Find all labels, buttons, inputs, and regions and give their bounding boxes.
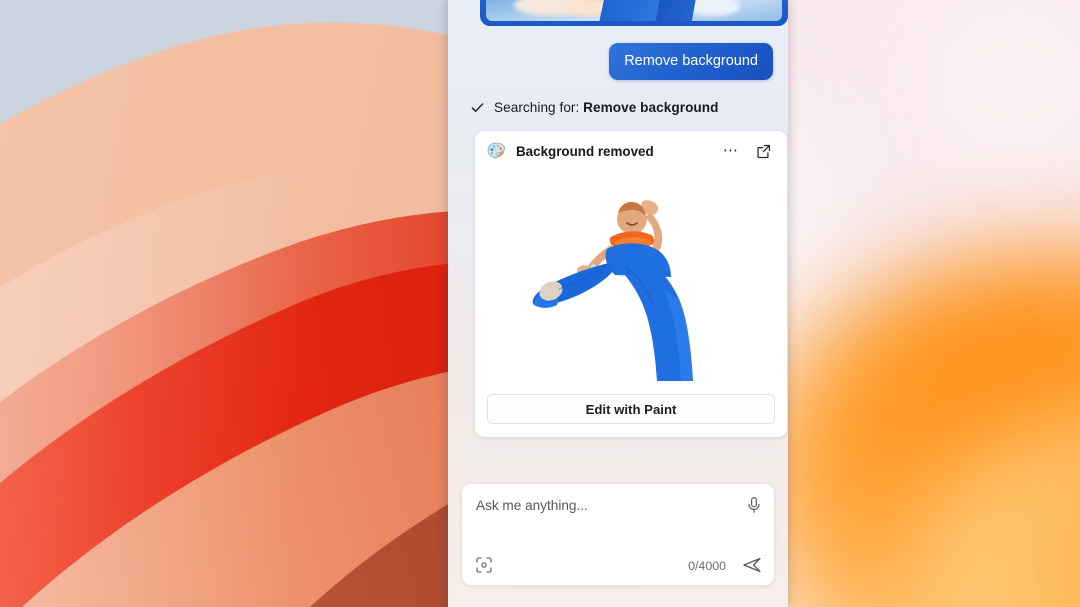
result-card-footer: Edit with Paint <box>475 386 787 437</box>
user-message-bubble[interactable]: Remove background <box>609 43 773 80</box>
result-card-header: Background removed ⋯ <box>475 131 787 171</box>
composer: Ask me anything... 0/4000 <box>462 484 774 585</box>
paint-palette-icon <box>487 142 505 159</box>
microphone-icon[interactable] <box>744 495 764 515</box>
wallpaper-left-ribbons <box>0 0 452 607</box>
result-card-title: Background removed <box>516 143 654 159</box>
result-card: Background removed ⋯ Edit with Paint <box>475 131 787 437</box>
screen: Remove background Searching for: Remove … <box>0 0 1080 607</box>
composer-placeholder[interactable]: Ask me anything... <box>476 498 588 513</box>
send-arrow-icon[interactable] <box>741 554 763 576</box>
open-in-new-icon[interactable] <box>752 140 774 162</box>
check-icon <box>471 103 484 112</box>
copilot-panel: Remove background Searching for: Remove … <box>448 0 788 607</box>
dancing-person-cutout-image <box>475 171 787 386</box>
search-query: Remove background <box>583 100 719 115</box>
search-status-row: Searching for: Remove background <box>470 100 774 115</box>
sky-photo-thumbnail <box>486 0 782 21</box>
attachment-image-bubble[interactable] <box>480 0 788 26</box>
edit-with-paint-button[interactable]: Edit with Paint <box>487 394 775 424</box>
conversation-thread: Remove background Searching for: Remove … <box>448 0 788 437</box>
scan-capture-icon[interactable] <box>474 555 494 575</box>
ellipsis-icon[interactable]: ⋯ <box>720 140 742 162</box>
search-status-text: Searching for: Remove background <box>494 100 718 115</box>
user-message-row: Remove background <box>462 43 774 80</box>
character-counter: 0/4000 <box>688 559 726 573</box>
result-image <box>475 171 787 386</box>
search-prefix: Searching for: <box>494 100 580 115</box>
